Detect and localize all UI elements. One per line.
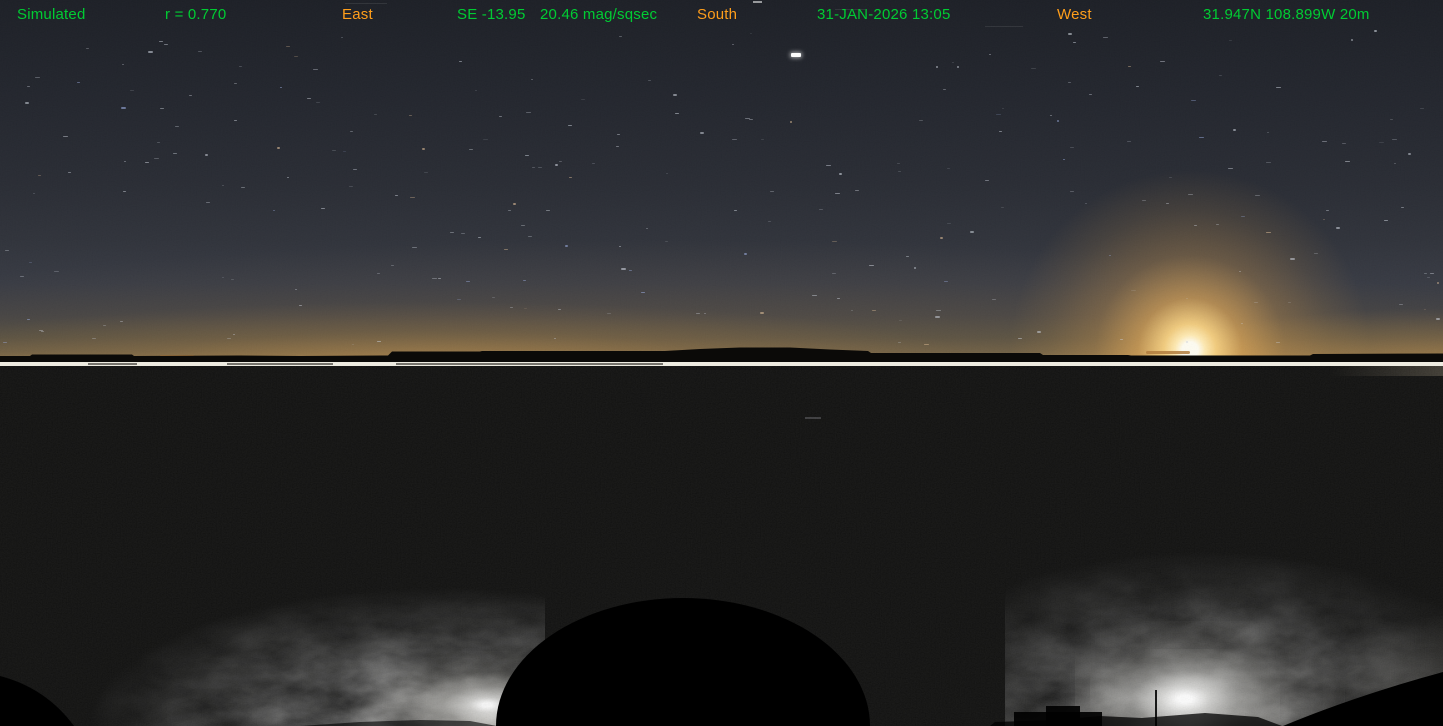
- bright-star: [791, 53, 801, 57]
- divider-terrain-dash: [88, 363, 137, 365]
- status-header: Simulated r = 0.770 East SE -13.95 20.46…: [0, 0, 1443, 30]
- sky-panorama: Simulated r = 0.770 East SE -13.95 20.46…: [0, 0, 1443, 363]
- datetime-label: 31-JAN-2026 13:05: [817, 6, 951, 23]
- sky-grain-noise: [0, 0, 1443, 363]
- compass-west-label: West: [1057, 6, 1092, 23]
- dome-silhouette-left: [0, 676, 74, 726]
- r-value-label: r = 0.770: [165, 6, 226, 23]
- divider-terrain-dash: [227, 363, 333, 365]
- dome-silhouette-center: [496, 598, 870, 726]
- ground-panorama: [0, 366, 1443, 726]
- compass-south-label: South: [697, 6, 737, 23]
- sky-brightness-label: 20.46 mag/sqsec: [540, 6, 657, 23]
- sun-elevation-label: SE -13.95: [457, 6, 526, 23]
- dome-silhouette-right: [1283, 672, 1443, 726]
- compass-east-label: East: [342, 6, 373, 23]
- building-silhouette: [1046, 706, 1080, 726]
- terrain-silhouette-left: [300, 720, 497, 726]
- horizon-terrain-silhouette: [0, 345, 1443, 363]
- ground-silhouettes: [0, 366, 1443, 726]
- location-label: 31.947N 108.899W 20m: [1203, 6, 1370, 23]
- divider-terrain-dash: [396, 363, 663, 365]
- allsky-window: Simulated r = 0.770 East SE -13.95 20.46…: [0, 0, 1443, 726]
- status-label: Simulated: [17, 6, 86, 23]
- antenna-silhouette: [1155, 690, 1157, 726]
